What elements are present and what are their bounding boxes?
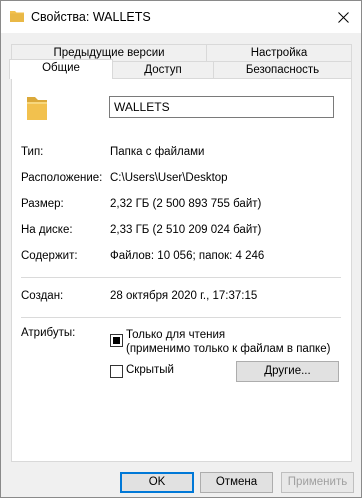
indeterminate-mark (113, 337, 120, 344)
size-value: 2,32 ГБ (2 500 893 755 байт) (110, 198, 262, 210)
created-value: 28 октября 2020 г., 17:37:15 (110, 290, 258, 302)
separator (21, 277, 341, 278)
apply-button[interactable]: Применить (281, 472, 354, 493)
cancel-button[interactable]: Отмена (200, 472, 273, 493)
folder-large-icon (25, 94, 49, 122)
created-label: Создан: (21, 290, 64, 302)
title-bar[interactable]: Свойства: WALLETS (1, 1, 361, 33)
location-value: C:\Users\User\Desktop (110, 172, 228, 184)
ok-button[interactable]: OK (120, 472, 194, 493)
contains-label: Содержит: (21, 250, 78, 262)
type-label: Тип: (21, 146, 44, 158)
folder-icon (10, 10, 24, 22)
tab-general[interactable]: Общие (9, 59, 113, 79)
folder-name-input[interactable] (109, 96, 334, 118)
tab-label: Доступ (144, 64, 182, 76)
size-label: Размер: (21, 198, 64, 210)
readonly-checkbox[interactable] (110, 334, 123, 347)
general-tab-panel (11, 78, 352, 462)
tab-security[interactable]: Безопасность (213, 61, 352, 78)
type-value: Папка с файлами (110, 146, 205, 158)
hidden-checkbox[interactable] (110, 365, 123, 378)
tab-sharing[interactable]: Доступ (112, 61, 214, 78)
window-title: Свойства: WALLETS (31, 10, 151, 24)
attributes-label: Атрибуты: (21, 327, 76, 339)
tab-customize[interactable]: Настройка (206, 44, 352, 61)
readonly-note: (применимо только к файлам в папке) (126, 343, 331, 355)
readonly-label[interactable]: Только для чтения (126, 329, 225, 341)
separator (21, 317, 341, 318)
hidden-label[interactable]: Скрытый (126, 364, 174, 376)
tab-label: Предыдущие версии (53, 47, 165, 59)
size-on-disk-value: 2,33 ГБ (2 510 209 024 байт) (110, 224, 262, 236)
tab-label: Настройка (250, 47, 308, 59)
contains-value: Файлов: 10 056; папок: 4 246 (110, 250, 265, 262)
close-button[interactable] (333, 7, 353, 27)
location-label: Расположение: (21, 172, 103, 184)
close-icon (337, 11, 349, 23)
size-on-disk-label: На диске: (21, 224, 73, 236)
advanced-button[interactable]: Другие... (236, 361, 339, 382)
properties-window: Свойства: WALLETS Предыдущие версии Наст… (0, 0, 362, 498)
tab-label: Безопасность (245, 64, 320, 76)
tab-label: Общие (42, 62, 80, 74)
